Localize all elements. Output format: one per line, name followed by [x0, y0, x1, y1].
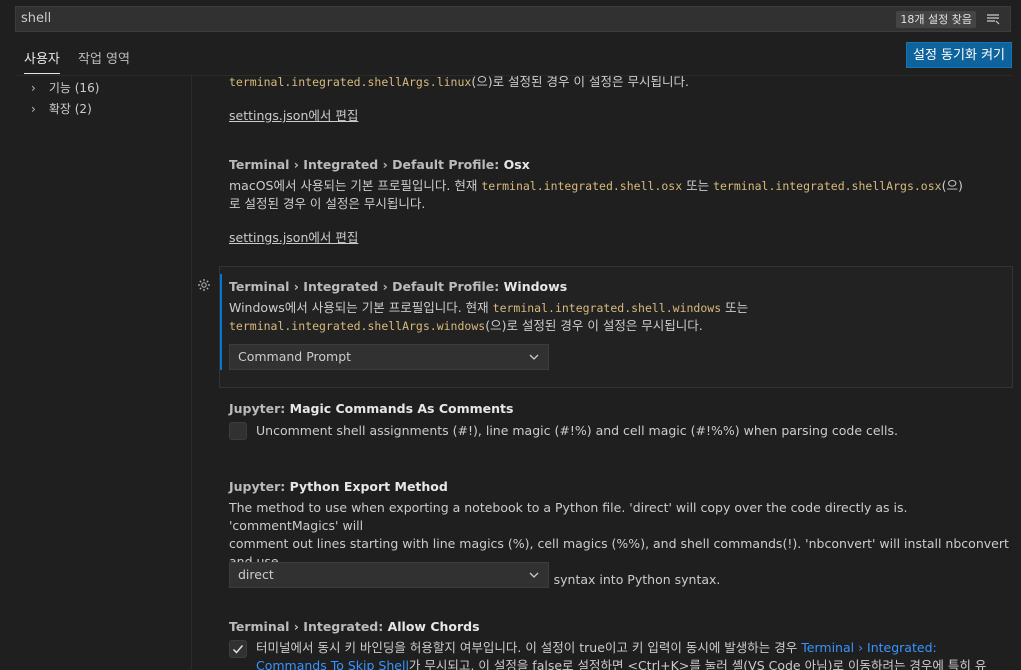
edit-in-settings-json-link[interactable]: settings.json에서 편집 [229, 227, 358, 246]
chevron-right-icon: › [31, 81, 36, 95]
toc-label: 기능 [48, 81, 71, 95]
tab-workspace[interactable]: 작업 영역 [78, 48, 130, 67]
toc-count: (2) [74, 102, 92, 116]
python-export-method-select[interactable]: direct [229, 562, 549, 588]
filter-icon[interactable] [986, 12, 1000, 26]
toc-item-features[interactable]: › 기능 (16) [31, 79, 99, 96]
setting-title-export-method: Jupyter: Python Export Method [229, 479, 448, 494]
default-profile-windows-select[interactable]: Command Prompt [229, 344, 549, 370]
result-count-badge: 18개 설정 찾음 [896, 11, 976, 28]
setting-title-osx: Terminal › Integrated › Default Profile:… [229, 157, 530, 172]
setting-osx-description: macOS에서 사용되는 기본 프로필입니다. 현재 terminal.inte… [229, 178, 963, 211]
magic-commands-label: Uncomment shell assignments (#!), line m… [256, 423, 898, 438]
focus-indicator [220, 274, 222, 370]
toc-item-extensions[interactable]: › 확장 (2) [31, 100, 92, 117]
gear-icon[interactable] [197, 278, 211, 292]
setting-linux-description: terminal.integrated.shellArgs.linux(으)로 … [229, 76, 689, 89]
setting-windows-description: Windows에서 사용되는 기본 프로필입니다. 현재 terminal.in… [229, 300, 749, 333]
select-value: Command Prompt [238, 349, 352, 364]
setting-title-allow-chords: Terminal › Integrated: Allow Chords [229, 619, 480, 634]
search-input[interactable]: shell 18개 설정 찾음 [15, 6, 1011, 32]
allow-chords-checkbox[interactable] [229, 640, 247, 658]
chevron-down-icon [529, 572, 539, 578]
setting-chords-description: 터미널에서 동시 키 바인딩을 허용할지 여부입니다. 이 설정이 true이고… [256, 639, 1016, 670]
toc-count: (16) [74, 81, 100, 95]
settings-toc: › 기능 (16) › 확장 (2) [15, 76, 191, 670]
chevron-down-icon [529, 354, 539, 360]
settings-sync-button[interactable]: 설정 동기화 켜기 [906, 42, 1012, 68]
commands-to-skip-shell-link[interactable]: Terminal › Integrated: [801, 640, 936, 655]
select-value: direct [238, 567, 274, 582]
check-icon [232, 645, 244, 654]
commands-to-skip-shell-link-2[interactable]: Commands To Skip Shell [256, 658, 409, 670]
setting-title-magic-commands: Jupyter: Magic Commands As Comments [229, 401, 514, 416]
edit-in-settings-json-link[interactable]: settings.json에서 편집 [229, 105, 358, 124]
settings-list: terminal.integrated.shellArgs.linux(으)로 … [192, 76, 1021, 670]
toc-label: 확장 [48, 102, 71, 116]
tab-user[interactable]: 사용자 [24, 48, 60, 74]
search-query[interactable]: shell [21, 11, 51, 26]
setting-title-windows: Terminal › Integrated › Default Profile:… [229, 279, 568, 294]
chevron-right-icon: › [31, 102, 36, 116]
magic-commands-checkbox[interactable] [229, 422, 247, 440]
